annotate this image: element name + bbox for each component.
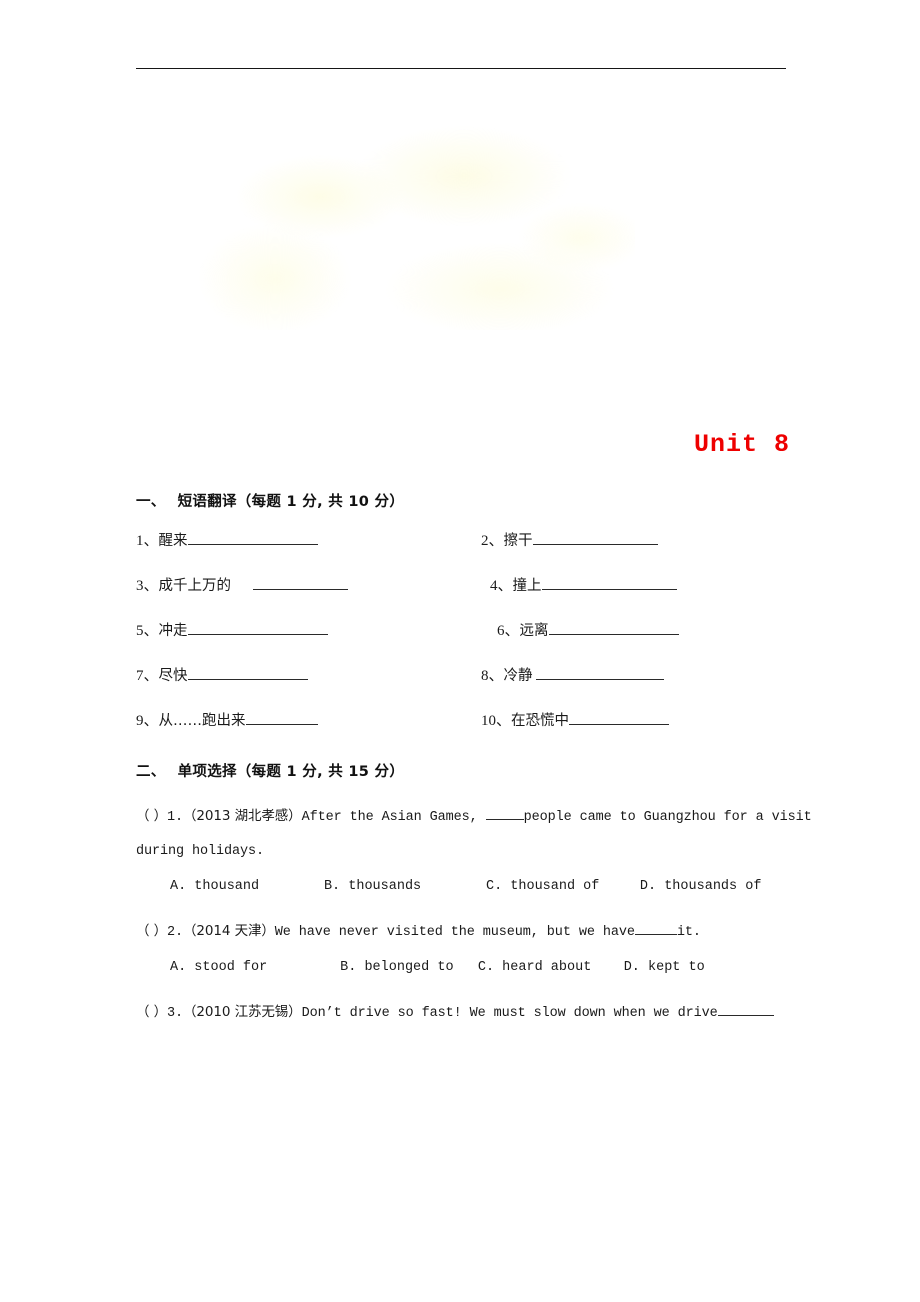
scan-watermark <box>185 125 635 330</box>
phrase-item-3: 3、 成千上万的 <box>136 574 472 595</box>
phrase-item-8: 8、 冷静 <box>481 664 826 685</box>
phrase-item-1: 1、 醒来 <box>136 529 481 550</box>
phrase-index: 8、 <box>481 668 504 684</box>
phrase-item-4: 4、 撞上 <box>472 574 826 595</box>
phrase-index: 3、 <box>136 578 159 594</box>
option-spacer <box>591 960 623 975</box>
option-d[interactable]: D. thousands of <box>640 879 762 894</box>
section-number: 一、 <box>136 494 166 510</box>
question-stem: （ ）1.（2013 湖北孝感）After the Asian Games, p… <box>136 799 826 870</box>
phrase-item-9: 9、 从……跑出来 <box>136 709 481 730</box>
answer-blank[interactable] <box>532 531 658 545</box>
answer-blank[interactable] <box>569 711 670 725</box>
phrase-index: 4、 <box>490 578 513 594</box>
option-c[interactable]: C. thousand of <box>486 879 599 894</box>
phrase-label: 远离 <box>519 623 549 639</box>
option-b[interactable]: B. belonged to <box>340 960 453 975</box>
option-spacer <box>267 960 340 975</box>
phrase-row: 1、 醒来 2、 擦干 <box>136 529 826 550</box>
answer-bracket[interactable]: （ ） <box>136 808 167 824</box>
phrase-index: 7、 <box>136 668 159 684</box>
phrase-row: 3、 成千上万的 4、 撞上 <box>136 574 826 595</box>
answer-bracket[interactable]: （ ） <box>136 1004 167 1020</box>
phrase-index: 9、 <box>136 713 159 729</box>
option-a[interactable]: A. thousand <box>170 879 259 894</box>
answer-blank[interactable] <box>187 531 318 545</box>
phrase-index: 1、 <box>136 533 159 549</box>
section-title: 短语翻译（每题 1 分, 共 10 分） <box>177 494 405 510</box>
page-title: Unit 8 <box>693 430 790 459</box>
phrase-label: 冲走 <box>158 623 188 639</box>
document-page: Unit 8 一、 短语翻译（每题 1 分, 共 10 分） 1、 醒来 2、 擦干 … <box>0 0 920 1302</box>
section-heading-multiple-choice: 二、 单项选择（每题 1 分, 共 15 分） <box>136 760 826 781</box>
phrase-index: 5、 <box>136 623 159 639</box>
phrase-row: 5、 冲走 6、 远离 <box>136 619 826 640</box>
stem-after: it. <box>676 925 701 941</box>
answer-blank[interactable] <box>187 621 328 635</box>
question-options: A. stood for B. belonged to C. heard abo… <box>136 951 826 985</box>
option-c[interactable]: C. heard about <box>478 960 591 975</box>
question-1: （ ）1.（2013 湖北孝感）After the Asian Games, p… <box>136 799 826 904</box>
option-b[interactable]: B. thousands <box>324 879 421 894</box>
phrase-index: 6、 <box>497 623 520 639</box>
stem-before: Don’t drive so fast! We must slow down w… <box>301 1006 718 1022</box>
question-stem: （ ）3.（2010 江苏无锡）Don’t drive so fast! We … <box>136 995 826 1031</box>
answer-blank[interactable] <box>634 922 677 936</box>
option-a[interactable]: A. stood for <box>170 960 267 975</box>
phrase-index: 10、 <box>481 713 512 729</box>
phrase-row: 9、 从……跑出来 10、 在恐慌中 <box>136 709 826 730</box>
question-3: （ ）3.（2010 江苏无锡）Don’t drive so fast! We … <box>136 995 826 1031</box>
phrase-item-2: 2、 擦干 <box>481 529 826 550</box>
question-source: （2013 湖北孝感） <box>183 808 302 824</box>
phrase-label: 擦干 <box>503 533 533 549</box>
phrase-label: 冷静 <box>503 668 533 684</box>
stem-before: We have never visited the museum, but we… <box>274 925 635 941</box>
phrase-row: 7、 尽快 8、 冷静 <box>136 664 826 685</box>
phrase-item-10: 10、 在恐慌中 <box>481 709 826 730</box>
answer-blank[interactable] <box>717 1003 774 1017</box>
option-spacer <box>454 960 478 975</box>
answer-blank[interactable] <box>535 666 664 680</box>
phrase-label: 从……跑出来 <box>158 713 246 729</box>
question-source: （2014 天津） <box>183 923 275 940</box>
stem-before: After the Asian Games, <box>301 810 486 825</box>
phrase-label: 尽快 <box>158 668 188 684</box>
answer-blank[interactable] <box>485 807 524 820</box>
header-rule <box>136 68 786 69</box>
section-title: 单项选择（每题 1 分, 共 15 分） <box>177 764 405 780</box>
answer-blank[interactable] <box>541 576 677 590</box>
option-spacer <box>599 879 640 894</box>
answer-blank[interactable] <box>187 666 308 680</box>
question-options: A. thousand B. thousands C. thousand of … <box>136 870 826 904</box>
phrase-item-5: 5、 冲走 <box>136 619 465 640</box>
question-source: （2010 江苏无锡） <box>183 1004 302 1021</box>
phrase-label: 撞上 <box>512 578 542 594</box>
question-stem: （ ）2.（2014 天津）We have never visited the … <box>136 914 826 950</box>
phrase-item-6: 6、 远离 <box>465 619 826 640</box>
phrase-index: 2、 <box>481 533 504 549</box>
phrase-label: 成千上万的 <box>158 578 232 594</box>
option-spacer <box>259 879 324 894</box>
option-spacer <box>421 879 486 894</box>
phrase-label: 在恐慌中 <box>511 713 570 729</box>
section-number: 二、 <box>136 764 166 780</box>
phrase-translation-list: 1、 醒来 2、 擦干 3、 成千上万的 4、 撞上 5、 冲走 6、 远离 7… <box>136 529 826 730</box>
answer-blank[interactable] <box>253 576 349 590</box>
option-d[interactable]: D. kept to <box>624 960 705 975</box>
phrase-item-7: 7、 尽快 <box>136 664 481 685</box>
document-body: 一、 短语翻译（每题 1 分, 共 10 分） 1、 醒来 2、 擦干 3、 成千上万的… <box>136 490 826 1042</box>
section-heading-phrase-translation: 一、 短语翻译（每题 1 分, 共 10 分） <box>136 490 826 511</box>
answer-bracket[interactable]: （ ） <box>136 923 167 939</box>
question-number: 1. <box>167 810 184 825</box>
answer-blank[interactable] <box>548 621 679 635</box>
phrase-label: 醒来 <box>158 533 188 549</box>
question-number: 3. <box>167 1006 184 1022</box>
question-number: 2. <box>167 925 184 941</box>
question-2: （ ）2.（2014 天津）We have never visited the … <box>136 914 826 985</box>
answer-blank[interactable] <box>245 711 318 725</box>
